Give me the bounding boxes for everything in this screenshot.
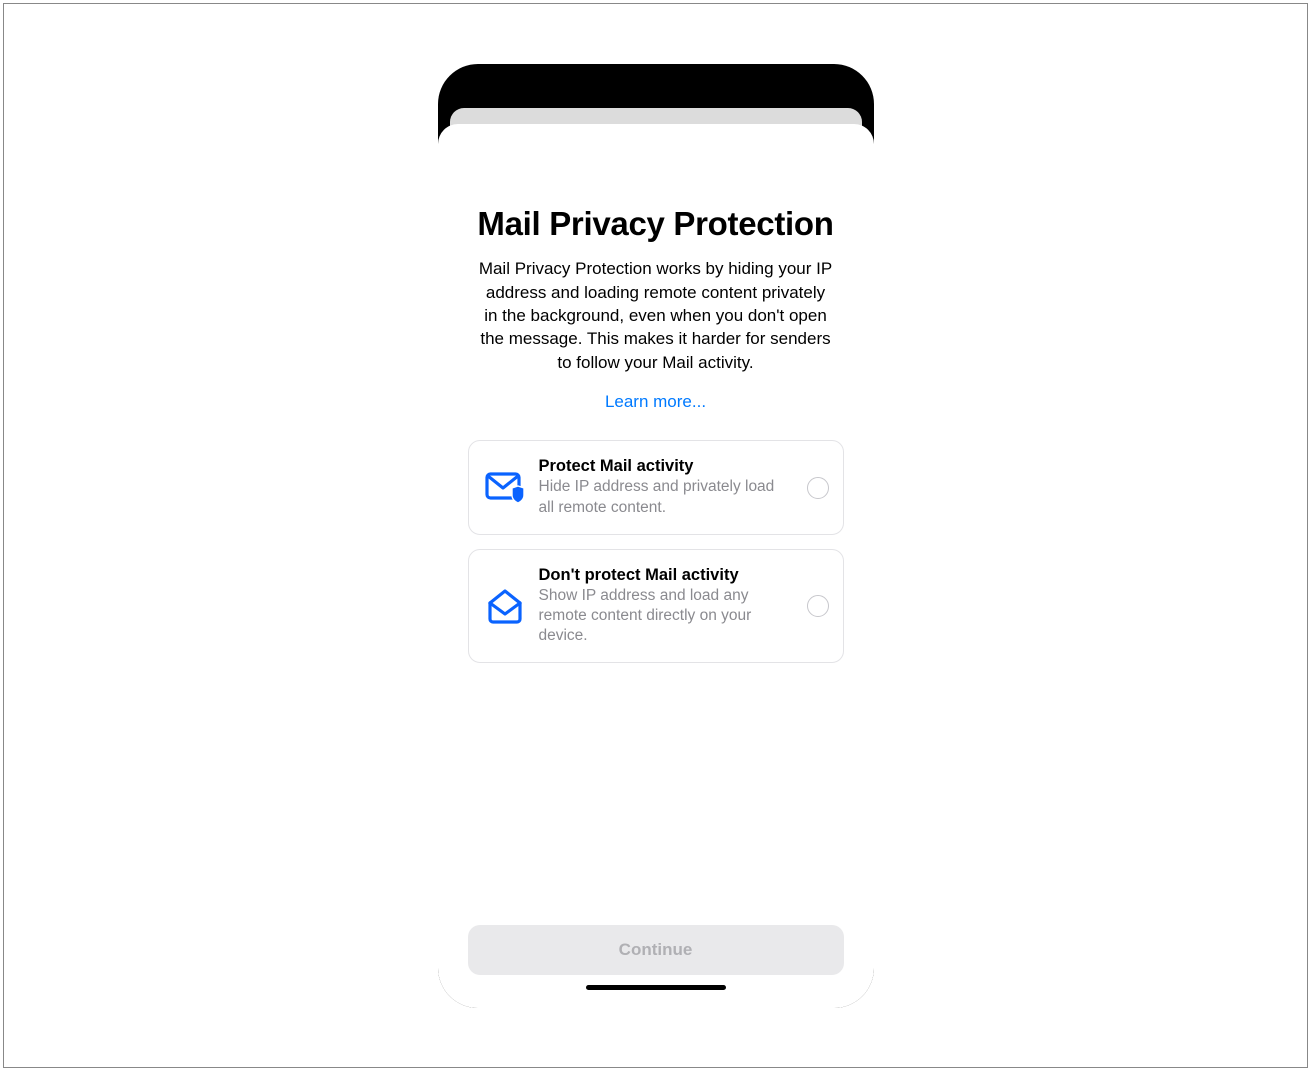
mail-open-icon: [485, 586, 525, 626]
home-indicator: [586, 985, 726, 990]
radio-protect[interactable]: [807, 477, 829, 499]
option-dont-protect-text: Don't protect Mail activity Show IP addr…: [539, 566, 793, 646]
document-frame: Mail Privacy Protection Mail Privacy Pro…: [3, 3, 1308, 1068]
sheet-content: Mail Privacy Protection Mail Privacy Pro…: [468, 124, 844, 925]
option-dont-protect-subtitle: Show IP address and load any remote cont…: [539, 586, 793, 646]
option-dont-protect-title: Don't protect Mail activity: [539, 566, 793, 585]
option-protect[interactable]: Protect Mail activity Hide IP address an…: [468, 440, 844, 534]
option-protect-text: Protect Mail activity Hide IP address an…: [539, 457, 793, 517]
modal-sheet: Mail Privacy Protection Mail Privacy Pro…: [438, 124, 874, 1008]
option-protect-title: Protect Mail activity: [539, 457, 793, 476]
options-group: Protect Mail activity Hide IP address an…: [468, 440, 844, 663]
option-dont-protect[interactable]: Don't protect Mail activity Show IP addr…: [468, 549, 844, 663]
option-protect-subtitle: Hide IP address and privately load all r…: [539, 477, 793, 517]
sheet-footer: Continue: [468, 925, 844, 1008]
page-title: Mail Privacy Protection: [477, 204, 833, 244]
radio-dont-protect[interactable]: [807, 595, 829, 617]
phone-frame: Mail Privacy Protection Mail Privacy Pro…: [438, 64, 874, 1008]
description-text: Mail Privacy Protection works by hiding …: [478, 257, 833, 374]
mail-shield-icon: [485, 468, 525, 508]
continue-button[interactable]: Continue: [468, 925, 844, 975]
learn-more-link[interactable]: Learn more...: [605, 392, 706, 412]
